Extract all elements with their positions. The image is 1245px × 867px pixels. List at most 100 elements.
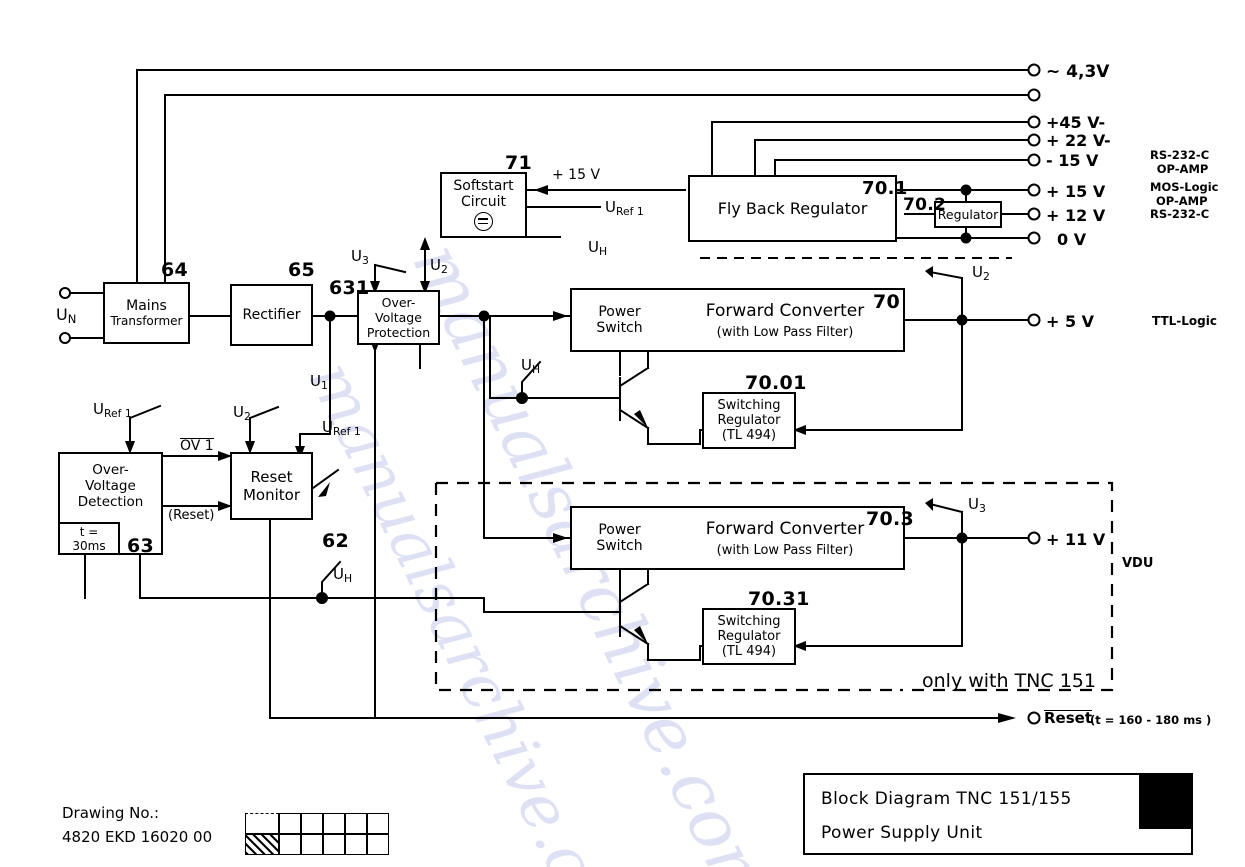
label-uh-upper: UH bbox=[521, 356, 541, 377]
block-label-line1: Mains bbox=[126, 298, 167, 314]
block-tag-631: 631 bbox=[329, 277, 370, 299]
block-reset-monitor: Reset Monitor bbox=[230, 452, 313, 520]
block-label-line2: Transformer bbox=[110, 314, 183, 328]
dc-symbol-icon bbox=[474, 212, 493, 231]
block-label-line2: (with Low Pass Filter) bbox=[716, 324, 854, 340]
drawing-no-label: Drawing No.: bbox=[62, 804, 160, 822]
output-label-7: 0 V bbox=[1057, 230, 1087, 249]
block-label-line3: Protection bbox=[366, 325, 431, 340]
block-label-line2: Switch bbox=[596, 320, 643, 336]
load-label-rs232c-opamp: RS-232-C OP-AMP bbox=[1150, 148, 1209, 176]
block-switching-regulator-lower: Switching Regulator (TL 494) bbox=[702, 608, 796, 665]
block-tag-62: 62 bbox=[322, 530, 350, 552]
label-u3-ovp: U3 bbox=[351, 247, 369, 268]
block-label-line1: Fly Back Regulator bbox=[717, 199, 868, 218]
block-label-line3: (TL 494) bbox=[721, 644, 777, 659]
label-uh-softstart: UH bbox=[588, 238, 608, 259]
block-tag-64: 64 bbox=[161, 259, 189, 281]
label-reset-paren: (Reset) bbox=[168, 508, 215, 523]
revision-grid-cell-r2c3 bbox=[301, 834, 323, 855]
block-diagram-sheet: manualsarchive.com manualsarchive.com Ma… bbox=[0, 0, 1245, 867]
load-label-rs232c: RS-232-C bbox=[1150, 207, 1210, 221]
block-tag-63: 63 bbox=[127, 535, 155, 557]
block-tag-70: 70 bbox=[873, 291, 901, 313]
revision-grid-cell-r2c2 bbox=[279, 834, 301, 855]
block-rectifier: Rectifier bbox=[230, 284, 313, 346]
output-label-3: + 22 V- bbox=[1046, 131, 1111, 150]
revision-grid-cell-r2c4 bbox=[323, 834, 345, 855]
block-label-line2: 30ms bbox=[72, 538, 106, 553]
block-mains-transformer: Mains Transformer bbox=[103, 282, 190, 344]
block-label-line1: Forward Converter bbox=[705, 300, 865, 321]
load-line-1: RS-232-C bbox=[1150, 148, 1210, 162]
label-uref1-softstart: URef 1 bbox=[605, 198, 644, 219]
label-ov1: OV 1 bbox=[180, 438, 214, 454]
block-label-line1: Power bbox=[598, 522, 641, 538]
block-tag-70-1: 70.1 bbox=[862, 178, 908, 199]
block-label-line1: Reset bbox=[250, 468, 293, 486]
revision-grid-cell-r1c4 bbox=[323, 813, 345, 834]
block-label-line1: Rectifier bbox=[242, 307, 301, 323]
block-label-line1: Forward Converter bbox=[705, 518, 865, 539]
output-label-5: + 15 V bbox=[1046, 182, 1106, 201]
revision-grid-cell-r1c5 bbox=[345, 813, 367, 834]
block-label-line2: Regulator bbox=[717, 413, 781, 428]
output-label-4: - 15 V bbox=[1046, 151, 1099, 170]
load-line-2: OP-AMP bbox=[1156, 162, 1209, 176]
revision-grid-cell-r1c1 bbox=[245, 813, 279, 834]
block-label-line2: Regulator bbox=[717, 629, 781, 644]
label-uref1-ovd: URef 1 bbox=[93, 400, 132, 421]
block-label-line1: Regulator bbox=[937, 207, 999, 222]
block-tag-70-31: 70.31 bbox=[748, 588, 810, 610]
block-power-switch-lower: Power Switch bbox=[570, 506, 667, 570]
label-u2-reset: U2 bbox=[233, 403, 251, 424]
block-label-line3: (TL 494) bbox=[721, 428, 777, 443]
label-reset-output-time: (t = 160 - 180 ms ) bbox=[1090, 713, 1212, 727]
block-tag-70-2: 70.2 bbox=[903, 195, 947, 215]
label-uref1-reset-out: URef 1 bbox=[322, 418, 361, 439]
label-mains-input: UN bbox=[56, 305, 77, 327]
drawing-no-value: 4820 EKD 16020 00 bbox=[62, 828, 213, 846]
revision-grid-cell-r2c6 bbox=[367, 834, 389, 855]
output-label-2: +45 V- bbox=[1046, 113, 1106, 132]
block-label-line1: Switching bbox=[717, 398, 781, 413]
block-label-line2: (with Low Pass Filter) bbox=[716, 542, 854, 558]
block-switching-regulator-upper: Switching Regulator (TL 494) bbox=[702, 392, 796, 449]
label-u2-ovp: U2 bbox=[430, 256, 448, 277]
label-uh-lower: UH bbox=[333, 565, 353, 586]
block-ovd-timer: t = 30ms bbox=[58, 522, 120, 555]
label-reset-output: Reset bbox=[1044, 709, 1092, 727]
revision-grid-cell-r1c2 bbox=[279, 813, 301, 834]
revision-grid-cell-r1c6 bbox=[367, 813, 389, 834]
block-label-line2: Voltage bbox=[375, 310, 422, 325]
block-label-line2: Voltage bbox=[85, 478, 136, 494]
block-forward-converter-upper: Forward Converter (with Low Pass Filter) bbox=[667, 288, 905, 352]
block-label-line3: Detection bbox=[77, 494, 144, 510]
block-label-line1: Softstart bbox=[453, 178, 514, 194]
block-label-line2: Monitor bbox=[242, 486, 301, 504]
block-label-line2: Switch bbox=[596, 538, 643, 554]
label-u1: U1 bbox=[310, 372, 328, 393]
title-block-black-marker bbox=[1139, 775, 1192, 829]
block-label-line1: Power bbox=[598, 304, 641, 320]
load-line-2: OP-AMP bbox=[1156, 194, 1208, 208]
output-label-6: + 12 V bbox=[1046, 206, 1106, 225]
output-label-0: ~ 4,3V bbox=[1046, 62, 1110, 82]
load-label-mos-logic: MOS-Logic OP-AMP bbox=[1150, 180, 1219, 208]
load-label-vdu: VDU bbox=[1122, 556, 1154, 571]
label-plus-15v-softstart: + 15 V bbox=[552, 167, 601, 183]
label-u2-output: U2 bbox=[972, 263, 990, 284]
label-u3-output: U3 bbox=[968, 495, 986, 516]
block-softstart-circuit: Softstart Circuit bbox=[440, 172, 527, 238]
block-tag-70-01: 70.01 bbox=[745, 372, 807, 394]
revision-grid-cell-r2c5 bbox=[345, 834, 367, 855]
revision-grid-cell-r2c1 bbox=[245, 834, 279, 855]
load-label-ttl-logic: TTL-Logic bbox=[1152, 314, 1217, 328]
block-label-line1: Over- bbox=[381, 295, 416, 310]
block-label-line2: Circuit bbox=[460, 194, 507, 210]
block-tag-70-3: 70.3 bbox=[866, 508, 915, 530]
revision-grid-cell-r1c3 bbox=[301, 813, 323, 834]
title-line-2: Power Supply Unit bbox=[821, 823, 983, 843]
block-label-line1: t = bbox=[79, 524, 99, 539]
block-tag-71: 71 bbox=[505, 152, 533, 174]
